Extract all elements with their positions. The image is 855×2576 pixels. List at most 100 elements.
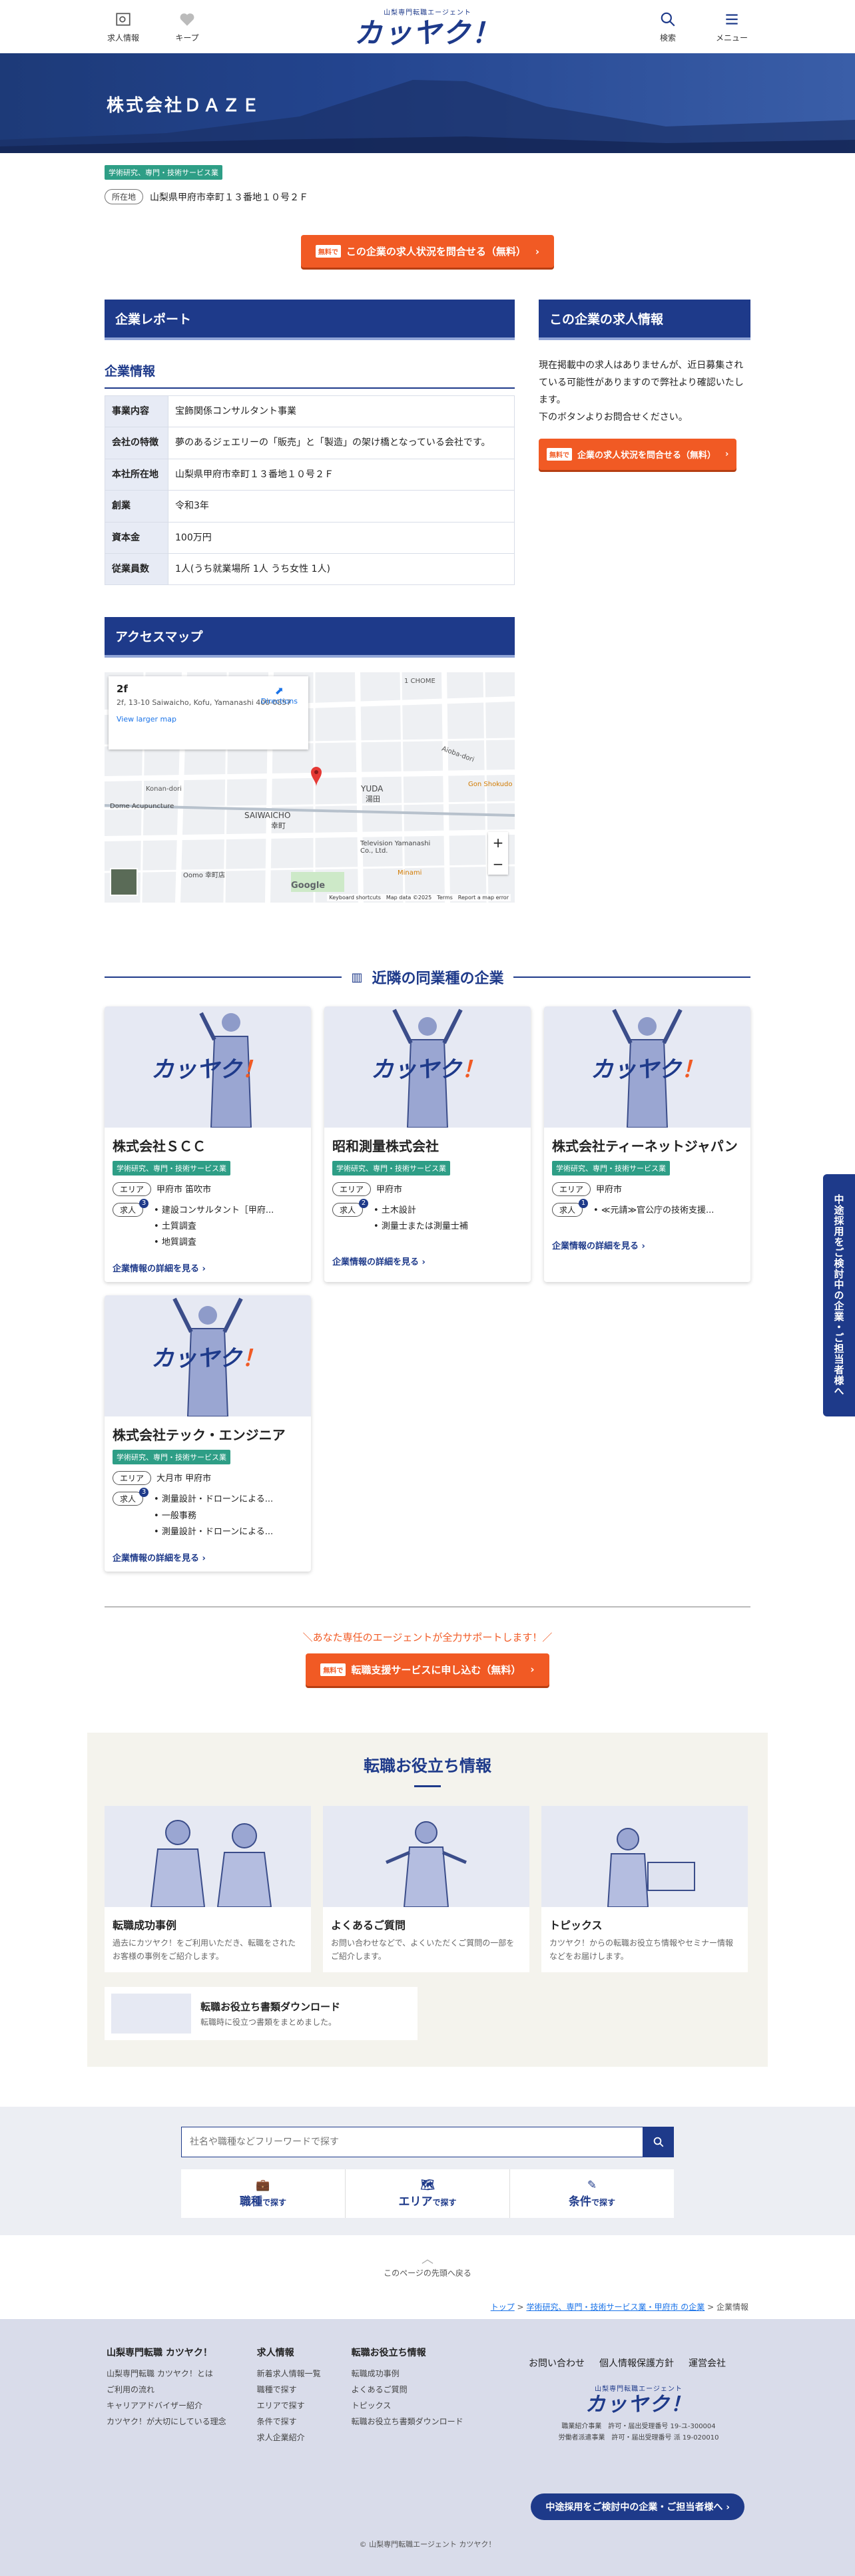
info-value: 夢のあるジェエリーの「販売」と「製造」の架け橋となっている会社です。 — [168, 427, 515, 459]
search-tab-sub: で探す — [262, 2198, 286, 2208]
breadcrumb-category[interactable]: 学術研究、専門・技術サービス業・甲府市 の企業 — [526, 2302, 705, 2312]
breadcrumb-separator: > — [707, 2302, 714, 2312]
support-cta: ＼あなた専任のエージェントが全力サポートします！／ 無料で 転職支援サービスに申… — [105, 1630, 750, 1686]
chevron-right-icon: › — [422, 1257, 426, 1268]
area-label: エリア — [113, 1471, 152, 1486]
view-larger-map-link[interactable]: View larger map — [117, 715, 300, 724]
topics-text: カツヤク！からの転職お役立ち情報やセミナー情報などをお届けします。 — [549, 1938, 734, 1962]
jobs-nav-button[interactable]: 求人情報 — [107, 11, 140, 43]
company-card-name: 株式会社ＳＣＣ — [113, 1138, 206, 1155]
search-by-conditions[interactable]: ✎ 条件で探す — [510, 2169, 674, 2218]
keyboard-shortcuts-link[interactable]: Keyboard shortcuts — [329, 895, 380, 901]
employer-side-banner[interactable]: 中途採用をご検討中の企業・ご担当者様へ — [823, 1174, 855, 1416]
footer-link[interactable]: キャリアアドバイザー紹介 — [107, 2398, 226, 2414]
freeword-search-input[interactable] — [181, 2127, 643, 2158]
job-info-heading: この企業の求人情報 — [539, 300, 750, 340]
keep-nav-button[interactable]: キープ — [170, 11, 204, 43]
footer-link[interactable]: 求人企業紹介 — [257, 2430, 321, 2446]
footer-link[interactable]: エリアで探す — [257, 2398, 321, 2414]
jobs-list: 土木設計 測量士または測量士補 — [374, 1203, 468, 1235]
area-label: エリア — [332, 1182, 372, 1197]
map-label: Television Yamanashi Co., Ltd. — [360, 840, 431, 855]
footer-link[interactable]: トピックス — [352, 2398, 463, 2414]
chevron-right-icon: › — [202, 1264, 206, 1275]
document-icon — [111, 1994, 191, 2034]
report-map-error-link[interactable]: Report a map error — [458, 895, 509, 901]
footer-link[interactable]: よくあるご質問 — [352, 2382, 463, 2398]
search-band: 💼 職種で探す 🗺 エリアで探す ✎ 条件で探す — [0, 2107, 855, 2236]
map-attribution: Keyboard shortcuts Map data ©2025 Terms … — [327, 894, 511, 902]
zoom-in-button[interactable]: + — [488, 832, 508, 853]
license-info: 職業紹介事業 許可・届出受理番号 19-ユ-300004 労働者派遣事業 許可・… — [529, 2421, 748, 2444]
footer-link[interactable]: 山梨専門転職 カツヤク！とは — [107, 2366, 226, 2382]
employer-inquiry-button[interactable]: 中途採用をご検討中の企業・ご担当者様へ › — [531, 2493, 744, 2521]
privacy-link[interactable]: 個人情報保護方針 — [599, 2356, 674, 2370]
footer-col-useful: 転職お役立ち情報 転職成功事例 よくあるご質問 トピックス 転職お役立ち書類ダウ… — [352, 2346, 463, 2446]
company-detail-link[interactable]: 企業情報の詳細を見る › — [552, 1239, 742, 1251]
terms-link[interactable]: Terms — [437, 895, 453, 901]
footer-link[interactable]: ご利用の流れ — [107, 2382, 226, 2398]
company-detail-label: 企業情報の詳細を見る — [552, 1241, 639, 1252]
heart-icon — [180, 13, 194, 26]
company-detail-link[interactable]: 企業情報の詳細を見る › — [332, 1255, 523, 1267]
free-mini-badge: 無料で — [320, 1663, 346, 1676]
info-row: 本社所在地 山梨県甲府市幸町１３番地１０号２Ｆ — [105, 458, 515, 491]
contact-link[interactable]: お問い合わせ — [529, 2356, 585, 2370]
company-card[interactable]: カッヤク！ 株式会社ティーネットジャパン 学術研究、専門・技術サービス業 エリア… — [544, 1006, 750, 1283]
search-by-job-type[interactable]: 💼 職種で探す — [181, 2169, 346, 2219]
company-card[interactable]: カッヤク！ 株式会社テック・エンジニア 学術研究、専門・技術サービス業 エリア … — [105, 1295, 311, 1572]
apply-support-button[interactable]: 無料で 転職支援サービスに申し込む（無料） › — [306, 1653, 549, 1686]
card-logo: カッヤク！ — [371, 1056, 484, 1083]
footer-link[interactable]: 転職成功事例 — [352, 2366, 463, 2382]
topics-title: トピックス — [549, 1918, 603, 1932]
job-info-text: 現在掲載中の求人はありませんが、近日募集されている可能性がありますので弊社より確… — [539, 357, 750, 427]
search-nav-button[interactable]: 検索 — [651, 11, 685, 43]
company-detail-link[interactable]: 企業情報の詳細を見る › — [113, 1261, 303, 1274]
topics-card[interactable]: トピックス カツヤク！からの転職お役立ち情報やセミナー情報などをお届けします。 — [541, 1805, 748, 1973]
inquire-job-status-button[interactable]: 無料で この企業の求人状況を問合せる（無料） › — [300, 235, 555, 268]
footer-link[interactable]: 職種で探す — [257, 2382, 321, 2398]
company-detail-label: 企業情報の詳細を見る — [113, 1264, 200, 1275]
area-value: 甲府市 — [596, 1185, 623, 1195]
hamburger-icon — [726, 13, 738, 25]
card-logo: カッヤク！ — [591, 1056, 704, 1083]
info-row: 従業員数 1人(うち就業場所 1人 うち女性 1人) — [105, 552, 515, 586]
area-row: エリア 甲府市 — [332, 1182, 523, 1197]
breadcrumb-top[interactable]: トップ — [491, 2302, 515, 2312]
map-label: SAIWAICHO — [244, 811, 291, 821]
chevron-right-icon: › — [726, 2502, 730, 2513]
site-logo[interactable]: 山梨専門転職エージェント カッヤク！ — [354, 7, 501, 50]
footer-logo[interactable]: 山梨専門転職エージェント カッヤク！ — [529, 2383, 748, 2417]
footer-link[interactable]: 新着求人情報一覧 — [257, 2366, 321, 2382]
document-download-card[interactable]: 転職お役立ち書類ダウンロード 転職時に役立つ書類をまとめました。 — [105, 1987, 418, 2041]
map-satellite-toggle[interactable] — [110, 868, 138, 897]
footer-link[interactable]: カツヤク！が大切にしている理念 — [107, 2414, 226, 2430]
map-zoom-controls[interactable]: + − — [488, 832, 508, 875]
success-stories-card[interactable]: 転職成功事例 過去にカツヤク！をご利用いただき、転職をされたお客様の事例をご紹介… — [105, 1805, 311, 1973]
company-card[interactable]: カッヤク！ 株式会社ＳＣＣ 学術研究、専門・技術サービス業 エリア 甲府市 笛吹… — [105, 1006, 311, 1283]
jobs-row: 求人 3 建設コンサルタント［甲府... 土質調査 地質調査 — [113, 1199, 303, 1251]
zoom-out-button[interactable]: − — [488, 853, 508, 875]
info-value: 山梨県甲府市幸町１３番地１０号２Ｆ — [168, 458, 515, 491]
job-item: 測量士または測量士補 — [374, 1219, 468, 1235]
footer-link[interactable]: 条件で探す — [257, 2414, 321, 2430]
search-submit-button[interactable] — [643, 2127, 674, 2158]
area-value: 大月市 甲府市 — [156, 1474, 212, 1484]
search-by-area[interactable]: 🗺 エリアで探す — [346, 2169, 510, 2219]
access-map[interactable]: 2f 2f, 13-10 Saiwaicho, Kofu, Yamanashi … — [105, 672, 515, 903]
area-value: 甲府市 笛吹市 — [156, 1185, 212, 1195]
directions-link[interactable]: ⬈ Directions — [261, 684, 298, 706]
footer-col-jobs: 求人情報 新着求人情報一覧 職種で探す エリアで探す 条件で探す 求人企業紹介 — [257, 2346, 321, 2446]
company-link[interactable]: 運営会社 — [689, 2356, 726, 2370]
jobs-list: 建設コンサルタント［甲府... 土質調査 地質調査 — [154, 1203, 274, 1251]
topics-image — [541, 1805, 748, 1908]
menu-nav-button[interactable]: メニュー — [715, 11, 748, 43]
sidebar-inquire-button[interactable]: 無料で 企業の求人状況を問合せる（無料） › — [539, 438, 737, 470]
footer-link[interactable]: 転職お役立ち書類ダウンロード — [352, 2414, 463, 2430]
back-to-top-link[interactable]: ︿ このページの先頭へ戻る — [0, 2250, 855, 2278]
company-detail-link[interactable]: 企業情報の詳細を見る › — [113, 1551, 303, 1564]
copyright: © 山梨専門転職エージェント カツヤク！ — [359, 2540, 496, 2549]
document-download-text: 転職時に役立つ書類をまとめました。 — [200, 2018, 337, 2028]
company-card[interactable]: カッヤク！ 昭和測量株式会社 学術研究、専門・技術サービス業 エリア 甲府市 求… — [324, 1006, 531, 1283]
faq-card[interactable]: よくあるご質問 お問い合わせなどで、よくいただくご質問の一部をご紹介します。 — [323, 1805, 529, 1973]
